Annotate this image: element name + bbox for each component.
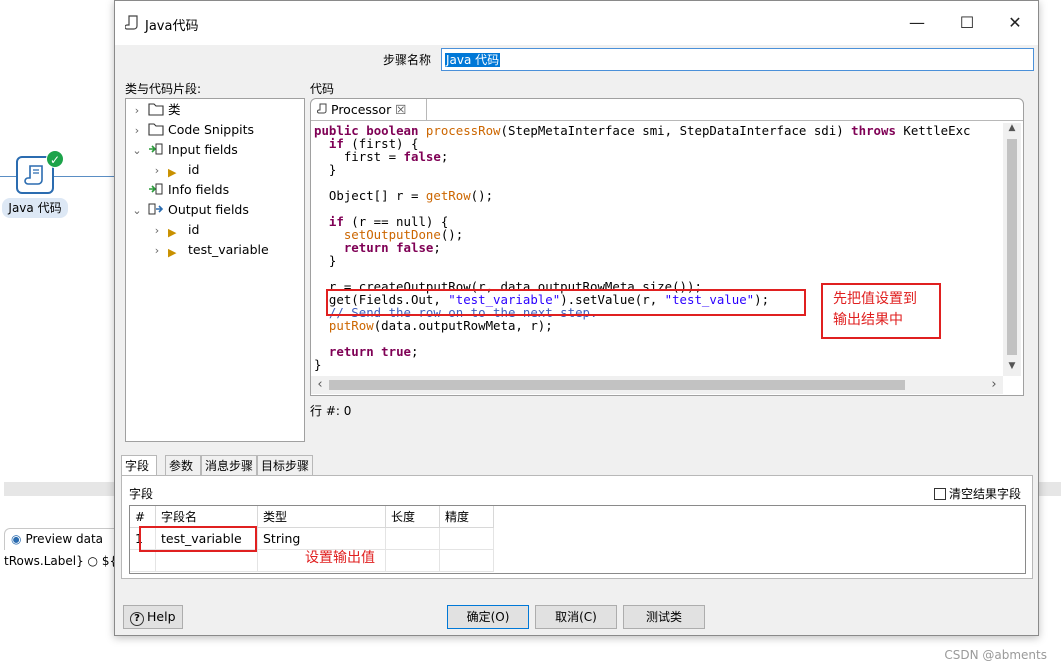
grid-header-precision[interactable]: 精度 [440,506,494,528]
chevron-right-icon: › [154,244,160,257]
grid-header-length[interactable]: 长度 [386,506,440,528]
annotation-text-code: 先把值设置到 输出结果中 [833,291,917,328]
tab-fields[interactable]: 字段 [121,455,157,475]
checkbox-icon[interactable] [934,488,946,500]
tree-item-output-fields[interactable]: ⌄ Output fields [130,200,248,220]
bg-divider-right [1038,482,1061,496]
close-tab-icon[interactable]: ☒ [395,102,406,117]
fields-grid: # 字段名 类型 长度 精度 1 test_variable String [129,505,1026,574]
annotation-text-field: 设置输出值 [305,550,375,566]
grid-cell-type[interactable]: String [258,528,386,550]
scroll-thumb[interactable] [329,380,905,390]
test-class-button[interactable]: 测试类 [623,605,705,629]
highlight-code-box [326,289,806,316]
code-panel-title: 代码 [310,82,335,96]
tree-item-code-snippits[interactable]: › Code Snippits [130,120,254,140]
tree-item-input-fields[interactable]: ⌄ Input fields [130,140,237,160]
grid-header-type[interactable]: 类型 [258,506,386,528]
scroll-thumb[interactable] [1007,139,1017,355]
close-button[interactable]: ✕ [993,9,1037,37]
help-button[interactable]: ? Help [123,605,183,629]
code-line: } [314,253,337,268]
bg-divider [4,482,120,496]
success-check-icon: ✓ [46,150,64,168]
minimize-button[interactable]: — [895,9,939,37]
chevron-right-icon: › [154,224,160,237]
maximize-button[interactable]: ☐ [945,9,989,37]
tree-item-output-id[interactable]: › ▶ id [150,220,200,240]
vertical-scrollbar[interactable]: ▲ ▼ [1003,123,1021,376]
tree-item-output-test-variable[interactable]: › ▶ test_variable [150,240,269,260]
java-script-icon [125,15,138,30]
step-name-input[interactable]: Java 代码 [441,48,1034,71]
grid-header-num[interactable]: # [130,506,156,528]
output-fields-icon [148,203,164,215]
grid-header-name[interactable]: 字段名 [156,506,258,528]
tree-item-classes[interactable]: › 类 [130,100,181,120]
code-line: } [314,162,337,177]
tab-target-steps[interactable]: 目标步骤 [257,455,313,475]
highlight-field-box [139,526,257,552]
title-bar[interactable]: Java代码 — ☐ ✕ [115,1,1038,45]
row-count: 行 #: 0 [310,404,352,418]
tree-item-info-fields[interactable]: Info fields [130,180,229,200]
tab-processor[interactable]: Processor ☒ [311,99,427,121]
grid-cell-precision[interactable] [440,528,494,550]
java-code-dialog: Java代码 — ☐ ✕ 步骤名称 Java 代码 类与代码片段: 代码 › 类… [114,0,1039,636]
preview-data-tab[interactable]: ◉ Preview data [4,528,120,550]
field-arrow-icon: ▶ [167,246,177,259]
chevron-down-icon: ⌄ [132,204,142,217]
help-icon: ? [130,612,144,626]
code-line: return false; [343,240,441,255]
dialog-title: Java代码 [145,19,199,34]
info-fields-icon [148,183,163,195]
field-arrow-icon: ▶ [167,166,177,179]
bottom-tab-panel: 字段 参数 消息步骤 目标步骤 字段 清空结果字段 # 字段名 类型 长度 精度… [121,455,1033,579]
chevron-right-icon: › [134,124,140,137]
field-arrow-icon: ▶ [167,226,177,239]
code-line: Object[] r = getRow(); [314,188,494,203]
tab-info-steps[interactable]: 消息步骤 [201,455,257,475]
step-name-label: 步骤名称 [383,53,432,67]
code-line: return true; [328,344,419,359]
java-script-icon [24,165,43,185]
watermark: CSDN @abments [944,648,1047,662]
classes-tree: › 类 › Code Snippits ⌄ Input fields › ▶ id… [125,98,305,442]
tree-item-input-id[interactable]: › ▶ id [150,160,200,180]
scroll-down-icon[interactable]: ▼ [1003,361,1021,371]
chevron-down-icon: ⌄ [132,144,142,157]
code-line: } [314,357,322,372]
eye-icon: ◉ [11,532,22,546]
ok-button[interactable]: 确定(O) [447,605,529,629]
code-line: first = false; [314,149,449,164]
classes-panel-title: 类与代码片段: [125,82,202,96]
code-editor: Processor ☒ public boolean processRow(Ste… [310,98,1024,396]
folder-icon [148,103,164,116]
chevron-right-icon: › [134,104,140,117]
clear-result-checkbox[interactable]: 清空结果字段 [934,485,1021,502]
fields-panel: 字段 清空结果字段 # 字段名 类型 长度 精度 1 test_variable… [121,475,1033,579]
java-script-icon [317,103,327,114]
scroll-left-icon[interactable]: ‹ [311,376,329,394]
input-fields-icon [148,143,163,155]
step-label: Java 代码 [2,198,68,218]
scroll-up-icon[interactable]: ▲ [1003,123,1021,133]
fields-section-label: 字段 [129,487,154,501]
scroll-right-icon[interactable]: › [985,376,1003,394]
tab-parameters[interactable]: 参数 [165,455,201,475]
horizontal-scrollbar[interactable]: ‹ › [311,376,1003,394]
chevron-right-icon: › [154,164,160,177]
cancel-button[interactable]: 取消(C) [535,605,617,629]
grid-cell-length[interactable] [386,528,440,550]
folder-icon [148,123,164,136]
bg-log-text: tRows.Label} ○ ${ [4,554,118,568]
